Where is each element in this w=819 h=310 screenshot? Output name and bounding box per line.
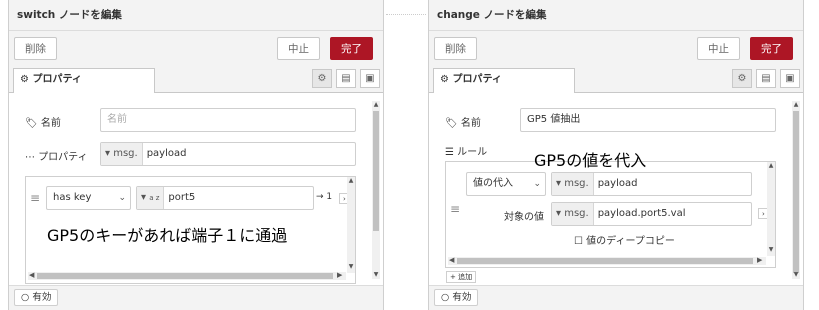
caret-down-icon: ▾ [141, 192, 147, 203]
rules-vertical-scrollbar[interactable]: ▲ ▼ [347, 177, 355, 273]
rule-operator-select[interactable]: has key ⌄ [46, 186, 131, 210]
name-value: GP5 値抽出 [527, 114, 581, 125]
name-label: 🏷 名前 [445, 118, 481, 129]
value-label: 対象の値 [504, 212, 544, 223]
property-type-select[interactable]: ▾ msg. [101, 143, 143, 165]
cancel-button[interactable]: 中止 [277, 37, 320, 60]
property-input[interactable]: ▾ msg. payload [100, 142, 356, 166]
rules-label: ☰ ルール [445, 147, 488, 158]
tab-bar: ⚙ プロパティ ⚙ ▤ ▣ [429, 68, 803, 93]
property-value: payload [146, 148, 187, 159]
done-button[interactable]: 完了 [750, 37, 793, 60]
rules-horizontal-scrollbar[interactable]: ◀ ▶ [28, 271, 346, 280]
properties-body: 🏷 名前 名前 ⋯ プロパティ ▾ msg. payload ≡ has key ⌄… [9, 93, 383, 286]
properties-body: 🏷 名前 GP5 値抽出 ☰ ルール ≡ 値の代入 ⌄ ▾ msg. payload… [429, 93, 803, 286]
tab-properties-label: プロパティ [452, 74, 502, 85]
circle-icon: ○ [21, 292, 30, 303]
name-input[interactable]: GP5 値抽出 [520, 108, 776, 132]
enabled-toggle[interactable]: ○ 有効 [434, 289, 479, 306]
source-input[interactable]: ▾ msg. payload.port5.val [551, 202, 752, 226]
target-input[interactable]: ▾ msg. payload [551, 172, 752, 196]
panel-vertical-scrollbar[interactable]: ▲ ▼ [372, 101, 380, 279]
gear-icon: ⚙ [440, 74, 449, 85]
source-value: payload.port5.val [597, 208, 686, 219]
delete-button[interactable]: 削除 [434, 37, 477, 60]
rule-value: port5 [168, 192, 196, 203]
description-icon[interactable]: ▤ [756, 69, 776, 88]
delete-button[interactable]: 削除 [14, 37, 57, 60]
dialog-title: change ノードを編集 [429, 0, 803, 31]
tag-icon: 🏷 [445, 118, 458, 129]
enabled-toggle[interactable]: ○ 有効 [14, 289, 59, 306]
chevron-down-icon: ⌄ [533, 179, 541, 189]
caret-down-icon: ▾ [556, 178, 562, 189]
appearance-icon[interactable]: ▣ [360, 69, 380, 88]
dialog-title: switch ノードを編集 [9, 0, 383, 31]
rule-output-label: → 1 [316, 192, 333, 202]
target-value: payload [597, 178, 638, 189]
tab-properties-label: プロパティ [32, 74, 82, 85]
rules-vertical-scrollbar[interactable]: ▲ ▼ [767, 162, 775, 256]
drag-handle-icon[interactable]: ≡ [450, 202, 460, 216]
name-input[interactable]: 名前 [100, 108, 356, 132]
property-label: ⋯ プロパティ [25, 152, 88, 163]
list-icon: ☰ [445, 147, 454, 158]
caret-down-icon: ▾ [556, 208, 562, 219]
name-placeholder: 名前 [107, 114, 127, 125]
gear-icon[interactable]: ⚙ [732, 69, 752, 88]
description-icon[interactable]: ▤ [336, 69, 356, 88]
rule-type-select[interactable]: ▾ a z [137, 187, 165, 209]
gear-icon: ⚙ [20, 74, 29, 85]
dialog-footer: ○ 有効 [9, 285, 383, 310]
add-rule-button[interactable]: + 追加 [446, 271, 477, 283]
appearance-icon[interactable]: ▣ [780, 69, 800, 88]
switch-annotation: GP5のキーがあれば端子１に通過 [47, 226, 288, 245]
plus-icon: + [450, 273, 456, 281]
gear-icon[interactable]: ⚙ [312, 69, 332, 88]
background-divider [386, 0, 426, 15]
cancel-button[interactable]: 中止 [697, 37, 740, 60]
dialog-footer: ○ 有効 [429, 285, 803, 310]
done-button[interactable]: 完了 [330, 37, 373, 60]
tab-bar: ⚙ プロパティ ⚙ ▤ ▣ [9, 68, 383, 93]
switch-node-editor: switch ノードを編集 削除 中止 完了 ⚙ プロパティ ⚙ ▤ ▣ 🏷 名… [8, 0, 384, 310]
chevron-down-icon: ⌄ [118, 193, 126, 203]
tag-icon: 🏷 [25, 118, 38, 129]
checkbox-icon[interactable]: ☐ [574, 236, 583, 247]
rule-action-select[interactable]: 値の代入 ⌄ [466, 172, 546, 196]
deep-copy-option[interactable]: ☐ 値のディープコピー [574, 232, 675, 247]
target-type-select[interactable]: ▾ msg. [552, 173, 594, 195]
change-annotation: GP5の値を代入 [534, 151, 647, 170]
rule-value-input[interactable]: ▾ a z port5 [136, 186, 314, 210]
rules-horizontal-scrollbar[interactable]: ◀ ▶ [448, 256, 766, 265]
drag-handle-icon[interactable]: ≡ [30, 191, 40, 205]
tab-properties[interactable]: ⚙ プロパティ [13, 68, 155, 93]
caret-down-icon: ▾ [105, 148, 111, 159]
ellipsis-icon: ⋯ [25, 152, 35, 163]
panel-vertical-scrollbar[interactable]: ▲ ▼ [792, 101, 800, 279]
source-type-select[interactable]: ▾ msg. [552, 203, 594, 225]
name-label: 🏷 名前 [25, 118, 61, 129]
circle-icon: ○ [441, 292, 450, 303]
tab-properties[interactable]: ⚙ プロパティ [433, 68, 575, 93]
rules-list: ≡ 値の代入 ⌄ ▾ msg. payload 対象の値 ▾ msg. payload… [445, 161, 776, 268]
